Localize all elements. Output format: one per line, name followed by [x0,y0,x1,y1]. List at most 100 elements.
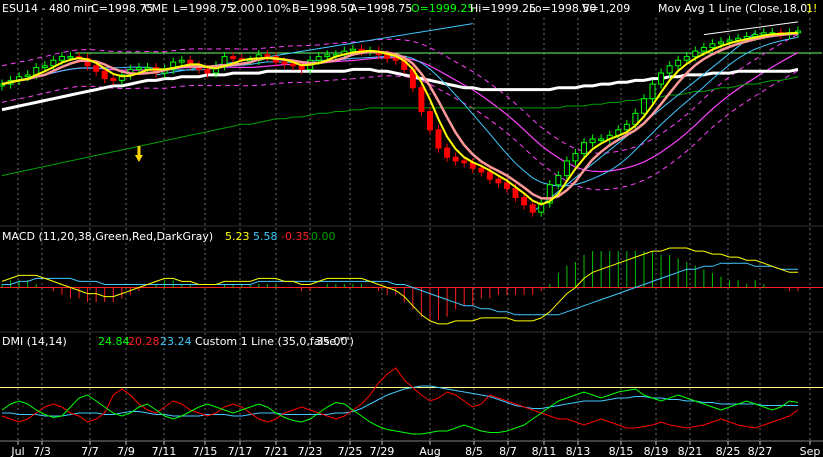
candle-body [589,138,596,144]
custom-line-value: 35.00 [316,335,348,348]
signal-arrow-head [134,155,143,162]
x-tick-label: 7/3 [33,445,51,457]
x-tick-label: 7/9 [117,445,135,457]
price-panel [0,21,822,217]
candle-body [709,43,716,48]
candle-body [478,167,485,173]
dmi-minus-value: 20.28 [128,335,160,348]
x-tick-label: 7/25 [338,445,363,457]
candle-body [486,171,493,180]
candle-body [444,147,451,158]
candle-body [418,87,425,113]
candle-body [67,56,74,59]
study-value: 1! [806,2,817,15]
x-tick-label: 8/27 [748,445,773,457]
macd-value-3: -0.35 [281,230,309,243]
x-tick-label: 8/5 [465,445,483,457]
x-tick-label: 8/15 [609,445,634,457]
candle-body [110,78,117,81]
change-value: 2.00 [230,2,255,15]
x-tick-label: 7/23 [298,445,323,457]
candle-body [658,72,665,85]
candle-body [700,46,707,52]
x-tick-label: Sep [800,445,821,457]
candle-body [101,70,108,80]
candle-body [24,74,31,78]
macd-value-2: 5.58 [253,230,278,243]
last-value: L=1998.75 [173,2,234,15]
candle-body [598,138,605,141]
candle-body [555,175,562,186]
study-label: Mov Avg 1 Line (Close,18,0) [658,2,812,15]
candle-body [392,57,399,61]
dmi-panel [0,367,823,435]
candle-body [717,41,724,45]
adx-value: 23.24 [160,335,192,348]
candle-body [649,83,656,100]
candle-body [529,204,536,213]
high-value: Hi=1999.25 [470,2,536,15]
candle-body [452,156,459,162]
dmi-label: DMI (14,14) [2,335,67,348]
exchange-label: CME [144,2,168,15]
candle-body [623,123,630,131]
symbol-label: ESU14 - 480 min [2,2,94,15]
candle-body [178,59,185,63]
x-tick-label: Aug [419,445,440,457]
candle-body [281,61,288,65]
candle-body [264,54,271,58]
candle-body [315,56,322,61]
x-tick-label: 8/19 [644,445,669,457]
band-upper-line [1,33,799,154]
x-tick-label: Jul [10,445,24,457]
x-tick-label: 7/17 [228,445,253,457]
macd-panel [0,247,823,325]
candle-body [230,56,237,59]
candle-body [204,68,211,74]
x-tick-label: 7/21 [264,445,289,457]
candle-body [435,129,442,149]
candle-body [290,63,297,67]
candle-body [50,59,57,67]
x-tick-label: 8/13 [566,445,591,457]
x-tick-label: 7/29 [370,445,395,457]
candle-body [726,39,733,43]
candle-body [503,182,510,189]
candle-body [461,160,468,164]
adx-line [2,385,798,417]
dmi-minus-line [1,367,799,429]
x-tick-label: 7/15 [193,445,218,457]
dmi-plus-value: 24.84 [98,335,130,348]
x-tick-label: 8/21 [678,445,703,457]
candle-body [675,59,682,67]
ma-long-line [1,76,799,177]
x-tick-label: 8/25 [716,445,741,457]
x-tick-label: 8/7 [499,445,517,457]
dmi-plus-line [1,388,799,435]
x-tick-label: 8/11 [532,445,557,457]
candle-body [41,65,48,69]
candle-body [572,153,579,162]
candle-body [563,160,570,177]
macd-value-1: 5.23 [225,230,250,243]
candle-body [135,67,142,70]
chart-canvas: Jul 7/3 7/7 7/9 7/11 7/15 7/17 7/21 7/23 7/25 7/29… [0,2,823,457]
candle-body [93,65,100,72]
pct-change-value: 0.10% [256,2,291,15]
candle-body [495,178,502,184]
candle-body [581,142,588,155]
candle-body [521,197,528,206]
candle-body [349,48,356,52]
band-lower-line [1,70,799,191]
candle-body [298,65,305,70]
candle-body [58,56,65,61]
x-tick-label: 7/7 [81,445,99,457]
candle-body [692,50,699,58]
bid-value: B=1998.50 [292,2,354,15]
x-axis: Jul 7/3 7/7 7/9 7/11 7/15 7/17 7/21 7/23 7/25 7/29… [0,440,823,457]
candle-body [512,187,519,199]
candle-body [324,54,331,58]
candle-body [640,98,647,114]
macd-label: MACD (11,20,38,Green,Red,DarkGray) [2,230,213,243]
candle-body [426,111,433,131]
